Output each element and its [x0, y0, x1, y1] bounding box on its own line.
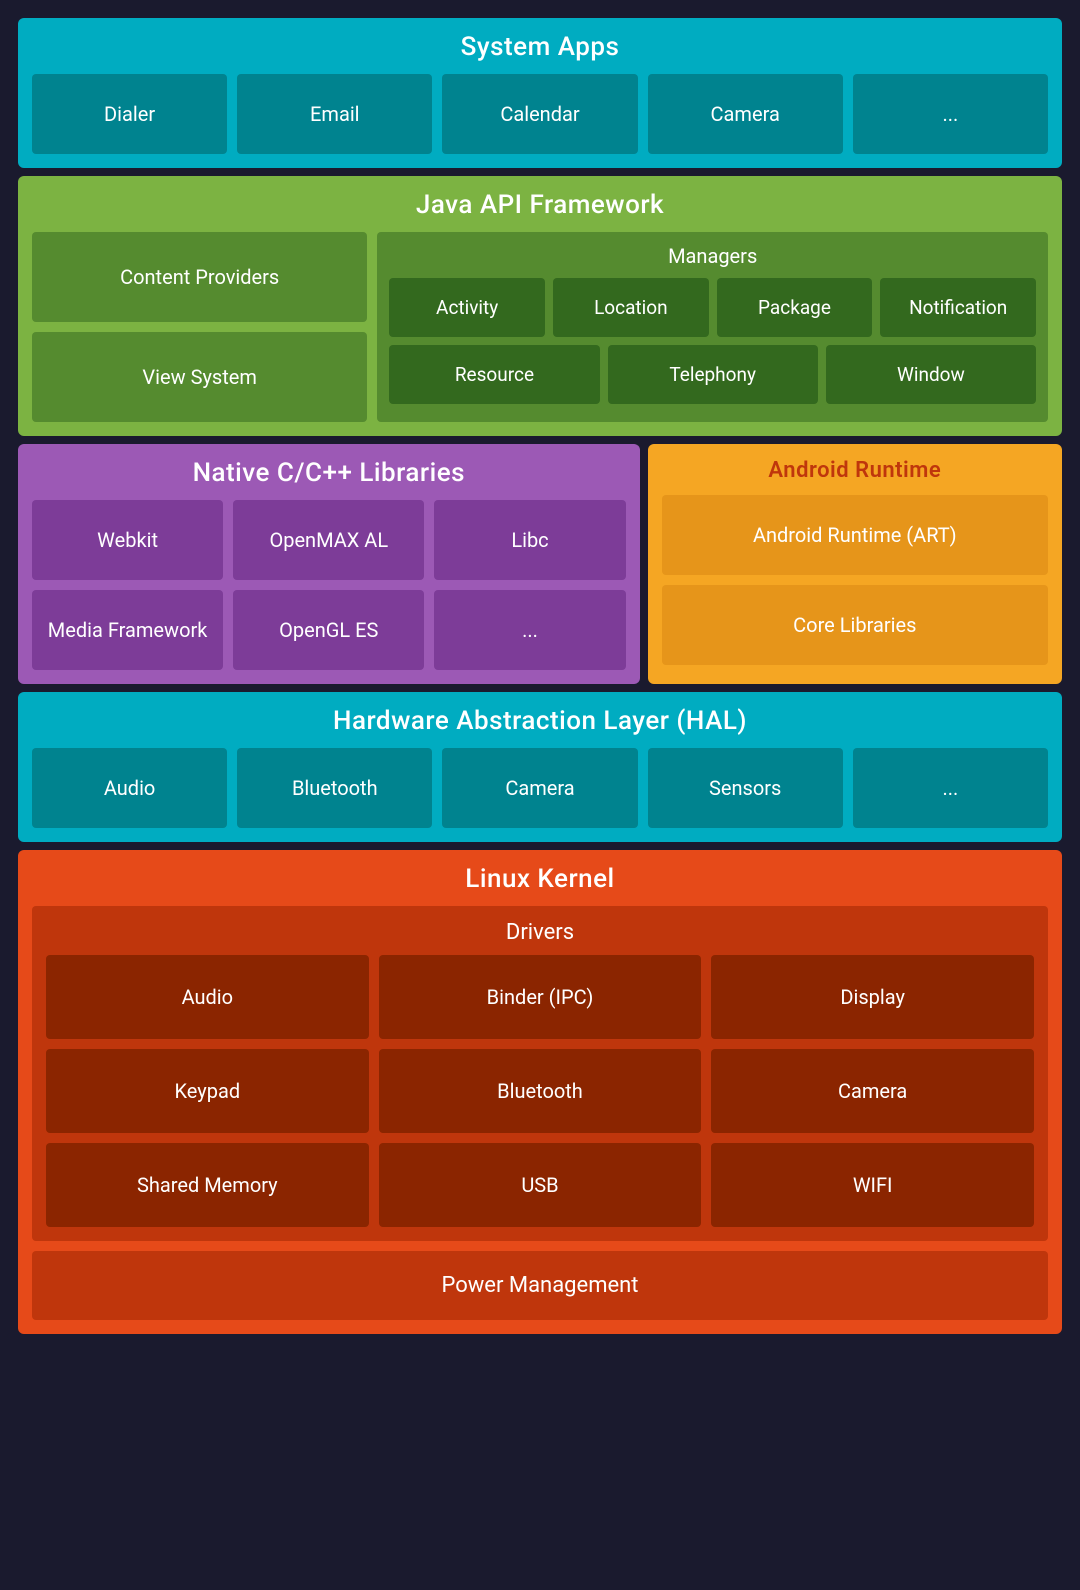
java-api-inner: Content Providers View System Managers A… [32, 232, 1048, 422]
native-libs-row1: Webkit OpenMAX AL Libc [32, 500, 626, 580]
system-apps-layer: System Apps Dialer Email Calendar Camera… [18, 18, 1062, 168]
linux-kernel-title: Linux Kernel [32, 864, 1048, 894]
runtime-art: Android Runtime (ART) [662, 495, 1048, 575]
drivers-box: Drivers Audio Binder (IPC) Display Keypa… [32, 906, 1048, 1241]
runtime-core-libraries: Core Libraries [662, 585, 1048, 665]
power-management: Power Management [32, 1251, 1048, 1320]
hal-camera: Camera [442, 748, 637, 828]
driver-keypad: Keypad [46, 1049, 369, 1133]
android-architecture-diagram: System Apps Dialer Email Calendar Camera… [0, 0, 1080, 1352]
app-dialer: Dialer [32, 74, 227, 154]
system-apps-grid: Dialer Email Calendar Camera ... [32, 74, 1048, 154]
hal-audio: Audio [32, 748, 227, 828]
hal-sensors: Sensors [648, 748, 843, 828]
app-calendar: Calendar [442, 74, 637, 154]
driver-shared-memory: Shared Memory [46, 1143, 369, 1227]
lib-more: ... [434, 590, 625, 670]
drivers-row1: Audio Binder (IPC) Display [46, 955, 1034, 1039]
linux-kernel-layer: Linux Kernel Drivers Audio Binder (IPC) … [18, 850, 1062, 1334]
driver-display: Display [711, 955, 1034, 1039]
view-system: View System [32, 332, 367, 422]
lib-openmax: OpenMAX AL [233, 500, 424, 580]
app-camera: Camera [648, 74, 843, 154]
native-libs-row2: Media Framework OpenGL ES ... [32, 590, 626, 670]
native-libs-title: Native C/C++ Libraries [32, 458, 626, 488]
drivers-row3: Shared Memory USB WIFI [46, 1143, 1034, 1227]
managers-box: Managers Activity Location Package Notif… [377, 232, 1048, 422]
manager-resource: Resource [389, 345, 599, 404]
hal-layer: Hardware Abstraction Layer (HAL) Audio B… [18, 692, 1062, 842]
lib-opengl: OpenGL ES [233, 590, 424, 670]
driver-binder: Binder (IPC) [379, 955, 702, 1039]
drivers-subtitle: Drivers [46, 920, 1034, 945]
java-api-left: Content Providers View System [32, 232, 367, 422]
android-runtime-grid: Android Runtime (ART) Core Libraries [662, 495, 1048, 665]
drivers-row2: Keypad Bluetooth Camera [46, 1049, 1034, 1133]
hal-title: Hardware Abstraction Layer (HAL) [32, 706, 1048, 736]
native-libs-layer: Native C/C++ Libraries Webkit OpenMAX AL… [18, 444, 640, 684]
lib-webkit: Webkit [32, 500, 223, 580]
driver-camera: Camera [711, 1049, 1034, 1133]
managers-row1: Activity Location Package Notification [389, 278, 1036, 337]
java-api-layer: Java API Framework Content Providers Vie… [18, 176, 1062, 436]
manager-activity: Activity [389, 278, 545, 337]
lib-libc: Libc [434, 500, 625, 580]
android-runtime-layer: Android Runtime Android Runtime (ART) Co… [648, 444, 1062, 684]
manager-telephony: Telephony [608, 345, 818, 404]
driver-usb: USB [379, 1143, 702, 1227]
lib-media-framework: Media Framework [32, 590, 223, 670]
driver-wifi: WIFI [711, 1143, 1034, 1227]
manager-package: Package [717, 278, 873, 337]
manager-location: Location [553, 278, 709, 337]
manager-notification: Notification [880, 278, 1036, 337]
driver-audio: Audio [46, 955, 369, 1039]
driver-bluetooth: Bluetooth [379, 1049, 702, 1133]
android-runtime-title: Android Runtime [662, 458, 1048, 483]
hal-grid: Audio Bluetooth Camera Sensors ... [32, 748, 1048, 828]
native-runtime-row: Native C/C++ Libraries Webkit OpenMAX AL… [18, 444, 1062, 684]
app-email: Email [237, 74, 432, 154]
app-more: ... [853, 74, 1048, 154]
manager-window: Window [826, 345, 1036, 404]
java-api-title: Java API Framework [32, 190, 1048, 220]
system-apps-title: System Apps [32, 32, 1048, 62]
managers-title: Managers [389, 244, 1036, 268]
managers-row2: Resource Telephony Window [389, 345, 1036, 404]
content-providers: Content Providers [32, 232, 367, 322]
hal-bluetooth: Bluetooth [237, 748, 432, 828]
hal-more: ... [853, 748, 1048, 828]
